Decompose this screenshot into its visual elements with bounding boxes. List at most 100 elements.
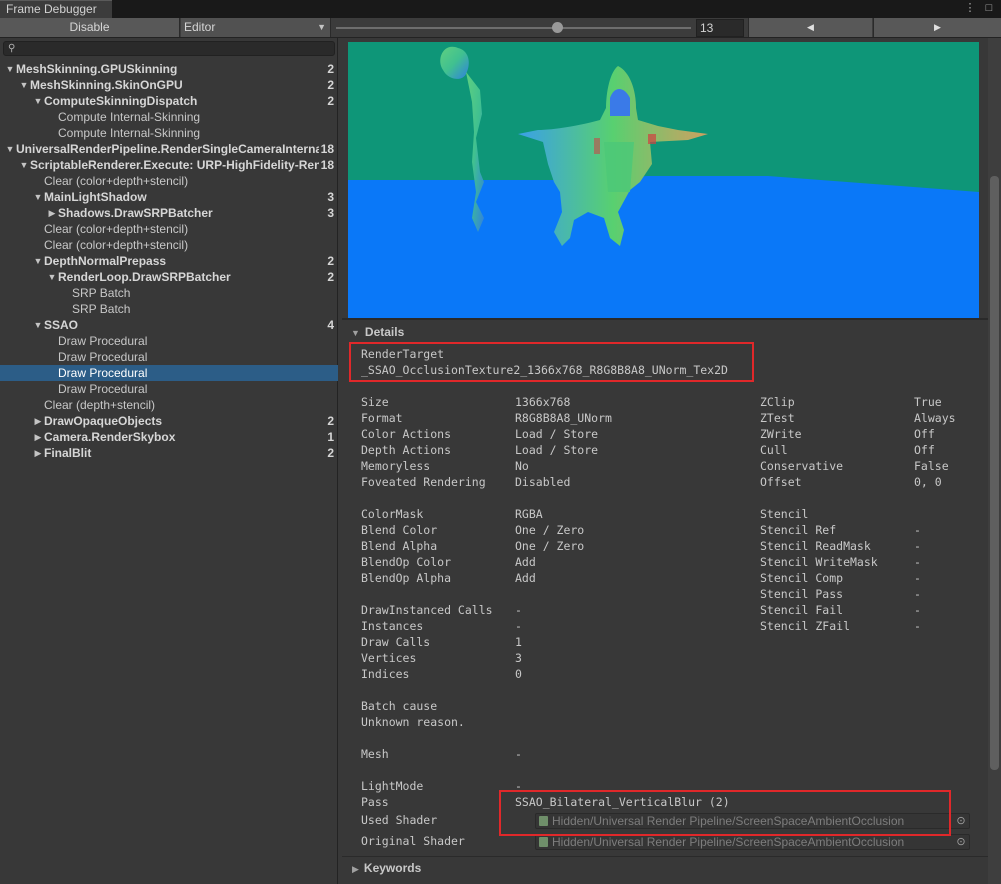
tree-item[interactable]: ▼ MeshSkinning.SkinOnGPU 2 — [0, 77, 338, 93]
property-label: Batch cause — [361, 699, 438, 713]
kebab-menu-icon[interactable]: ⋮ — [962, 0, 978, 18]
scrollbar-thumb[interactable] — [990, 176, 999, 770]
render-target-preview — [348, 42, 979, 318]
property-label: Vertices — [361, 651, 417, 665]
details-foldout[interactable]: ▼ Details — [351, 325, 404, 339]
tree-item[interactable]: SRP Batch — [0, 285, 338, 301]
tree-item-label: Shadows.DrawSRPBatcher — [58, 206, 213, 220]
property-label: Format — [361, 411, 403, 425]
expand-open-icon[interactable]: ▼ — [18, 77, 30, 93]
expand-closed-icon[interactable]: ▶ — [32, 445, 44, 461]
tree-item[interactable]: Draw Procedural — [0, 381, 338, 397]
event-slider-track[interactable] — [336, 27, 691, 29]
tree-item-label: MainLightShadow — [44, 190, 147, 204]
object-picker-icon[interactable]: ⊙ — [953, 813, 969, 829]
property-label: Depth Actions — [361, 443, 452, 457]
property-label: Stencil Fail — [760, 603, 844, 617]
object-picker-icon[interactable]: ⊙ — [953, 834, 969, 850]
property-value: - — [914, 539, 921, 553]
tree-item-count: 2 — [325, 77, 334, 93]
event-index-field[interactable]: 13 — [696, 19, 744, 37]
expand-open-icon[interactable]: ▼ — [18, 157, 30, 173]
tree-item[interactable]: ▼ DepthNormalPrepass 2 — [0, 253, 338, 269]
section-divider — [342, 318, 988, 320]
original-shader-field[interactable]: Hidden/Universal Render Pipeline/ScreenS… — [535, 834, 970, 850]
tree-item[interactable]: ▶ DrawOpaqueObjects 2 — [0, 413, 338, 429]
tree-item[interactable]: Clear (color+depth+stencil) — [0, 237, 338, 253]
tree-item[interactable]: ▶ FinalBlit 2 — [0, 445, 338, 461]
foldout-open-icon: ▼ — [351, 328, 360, 338]
tree-item[interactable]: SRP Batch — [0, 301, 338, 317]
preview-staff — [440, 46, 469, 79]
expand-open-icon[interactable]: ▼ — [32, 317, 44, 333]
event-slider-thumb[interactable] — [552, 22, 563, 33]
property-value: 0, 0 — [914, 475, 942, 489]
tree-item[interactable]: Compute Internal-Skinning — [0, 109, 338, 125]
tree-item-label: Compute Internal-Skinning — [58, 126, 201, 140]
property-value: - — [914, 603, 921, 617]
tree-item[interactable]: ▼ UniversalRenderPipeline.RenderSingleCam… — [0, 141, 338, 157]
property-label: Stencil ReadMask — [760, 539, 871, 553]
maximize-icon[interactable]: □ — [981, 0, 997, 18]
tree-item-count: 1 — [325, 429, 334, 445]
property-value: - — [515, 747, 522, 761]
chevron-down-icon: ▼ — [317, 22, 326, 32]
tree-item-label: Clear (color+depth+stencil) — [44, 222, 189, 236]
target-dropdown[interactable]: Editor ▼ — [181, 18, 331, 37]
property-label: Mesh — [361, 747, 389, 761]
original-shader-value: Hidden/Universal Render Pipeline/ScreenS… — [552, 835, 905, 849]
tree-item[interactable]: ▶ Shadows.DrawSRPBatcher 3 — [0, 205, 338, 221]
tree-item[interactable]: Clear (depth+stencil) — [0, 397, 338, 413]
expand-open-icon[interactable]: ▼ — [32, 189, 44, 205]
property-label: ColorMask — [361, 507, 424, 521]
property-value: 1 — [515, 635, 522, 649]
tree-item[interactable]: Draw Procedural — [0, 349, 338, 365]
keywords-foldout[interactable]: ▶ Keywords — [342, 856, 988, 878]
tree-item[interactable]: Draw Procedural — [0, 365, 338, 381]
property-label: Cull — [760, 443, 788, 457]
tree-item[interactable]: ▼ MainLightShadow 3 — [0, 189, 338, 205]
previous-event-button[interactable]: ◀ — [748, 18, 872, 37]
expand-open-icon[interactable]: ▼ — [4, 61, 16, 77]
tree-item-label: FinalBlit — [44, 446, 92, 460]
tree-item-count: 2 — [325, 253, 334, 269]
expand-open-icon[interactable]: ▼ — [32, 93, 44, 109]
details-panel: ▼ Details RenderTarget _SSAO_OcclusionTex… — [339, 38, 1001, 884]
tree-item[interactable]: ▶ Camera.RenderSkybox 1 — [0, 429, 338, 445]
tree-item-count: 18 — [318, 141, 334, 157]
used-shader-label: Used Shader — [361, 813, 438, 827]
property-value: Off — [914, 427, 935, 441]
vertical-scrollbar[interactable] — [988, 38, 1001, 884]
disable-button[interactable]: Disable — [0, 18, 180, 37]
property-value: 3 — [515, 651, 522, 665]
tree-item[interactable]: Draw Procedural — [0, 333, 338, 349]
property-value: False — [914, 459, 949, 473]
previous-arrow-icon: ◀ — [807, 22, 814, 32]
tree-item[interactable]: ▼ MeshSkinning.GPUSkinning 2 — [0, 61, 338, 77]
tree-item[interactable]: Compute Internal-Skinning — [0, 125, 338, 141]
tree-item[interactable]: ▼ SSAO 4 — [0, 317, 338, 333]
expand-closed-icon[interactable]: ▶ — [32, 413, 44, 429]
tree-item-label: MeshSkinning.GPUSkinning — [16, 62, 178, 76]
expand-open-icon[interactable]: ▼ — [46, 269, 58, 285]
expand-open-icon[interactable]: ▼ — [32, 253, 44, 269]
tree-item[interactable]: ▼ RenderLoop.DrawSRPBatcher 2 — [0, 269, 338, 285]
property-value: Add — [515, 571, 536, 585]
next-event-button[interactable]: ▶ — [873, 18, 1001, 37]
expand-closed-icon[interactable]: ▶ — [46, 205, 58, 221]
tree-item[interactable]: ▼ ScriptableRenderer.Execute: URP-HighFid… — [0, 157, 338, 173]
expand-open-icon[interactable]: ▼ — [4, 141, 16, 157]
tree-item-label: SRP Batch — [72, 302, 131, 316]
tree-item[interactable]: Clear (color+depth+stencil) — [0, 173, 338, 189]
tree-item[interactable]: Clear (color+depth+stencil) — [0, 221, 338, 237]
property-label: BlendOp Alpha — [361, 571, 452, 585]
property-label: ZTest — [760, 411, 795, 425]
tree-item-count: 4 — [325, 317, 334, 333]
property-value: - — [914, 587, 921, 601]
tree-item-label: UniversalRenderPipeline.RenderSingleCame… — [16, 142, 326, 156]
tree-item[interactable]: ▼ ComputeSkinningDispatch 2 — [0, 93, 338, 109]
property-value: - — [515, 619, 522, 633]
expand-closed-icon[interactable]: ▶ — [32, 429, 44, 445]
tab-frame-debugger[interactable]: Frame Debugger — [0, 0, 112, 18]
search-input[interactable]: ⚲ — [3, 41, 335, 56]
